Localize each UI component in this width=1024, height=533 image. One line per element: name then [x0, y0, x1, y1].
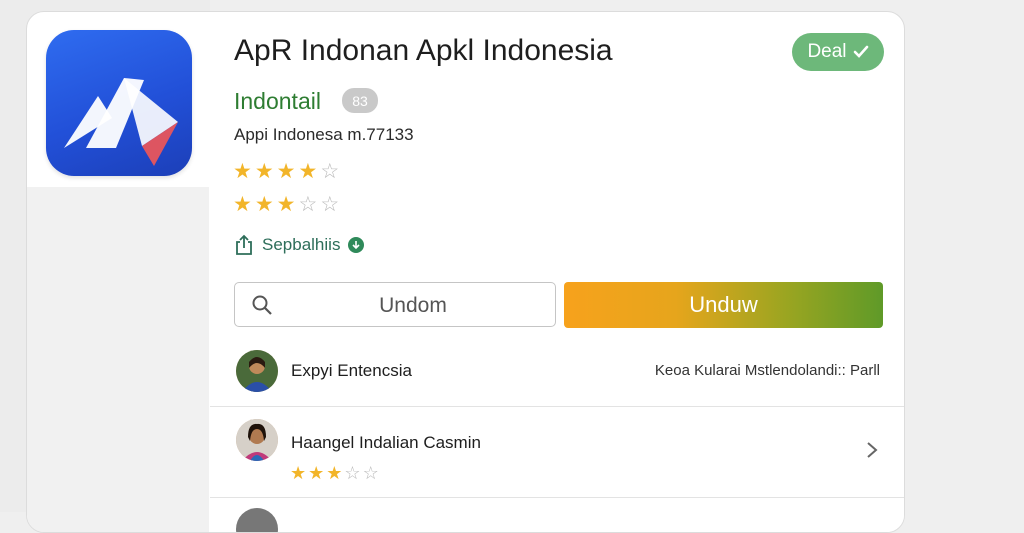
share-icon — [236, 234, 252, 255]
deal-badge-label: Deal — [807, 41, 847, 62]
avatar — [236, 419, 278, 461]
review-list: Expyi Entencsia Keoa Kularai Mstlendolan… — [210, 342, 904, 532]
rating-stars-secondary: ★ ★ ★ ☆ ☆ — [233, 194, 339, 215]
search-field[interactable] — [234, 282, 556, 327]
app-logo-icon[interactable] — [46, 30, 192, 176]
star-icon: ★ — [254, 160, 274, 183]
star-icon: ☆ — [362, 463, 379, 483]
app-title: ApR Indonan Apkl Indonesia — [234, 34, 613, 67]
download-button[interactable]: Unduw — [564, 282, 883, 328]
check-icon — [853, 45, 868, 58]
search-input[interactable] — [291, 290, 535, 322]
search-icon — [252, 295, 272, 315]
star-icon: ☆ — [298, 193, 318, 216]
developer-name[interactable]: Indontail — [234, 88, 321, 115]
list-item-rating: ★ ★ ★ ☆ ☆ — [290, 464, 379, 482]
app-detail-card: ApR Indonan Apkl Indonesia Deal Indontai… — [26, 11, 905, 533]
list-item-meta: Keoa Kularai Mstlendolandi:: Parll — [654, 362, 880, 379]
star-icon: ★ — [326, 463, 343, 483]
star-icon: ★ — [290, 463, 307, 483]
star-icon: ★ — [233, 193, 252, 216]
deal-badge[interactable]: Deal — [792, 33, 884, 71]
list-item-name: Haangel Indalian Casmin — [291, 433, 481, 452]
list-item[interactable]: Expyi Entencsia Keoa Kularai Mstlendolan… — [210, 342, 904, 407]
star-icon: ★ — [254, 193, 274, 216]
avatar — [236, 350, 278, 392]
star-icon: ★ — [276, 193, 296, 216]
list-item[interactable]: Haangel Indalian Casmin ★ ★ ★ ☆ ☆ — [210, 407, 904, 498]
list-item-name: Expyi Entencsia — [291, 361, 412, 380]
rating-stars-primary: ★ ★ ★ ★ ☆ — [233, 161, 339, 182]
star-icon: ☆ — [320, 160, 340, 183]
star-icon: ★ — [276, 160, 296, 183]
share-label: Sepbalhiis — [262, 235, 341, 254]
star-icon: ★ — [308, 463, 325, 483]
share-link[interactable]: Sepbalhiis — [234, 234, 365, 256]
star-icon: ☆ — [344, 463, 361, 483]
star-icon: ☆ — [320, 193, 340, 216]
app-subtitle: Appi Indonesa m.77133 — [234, 125, 414, 144]
download-button-label: Unduw — [689, 292, 758, 317]
verified-icon — [348, 237, 365, 253]
left-pane — [27, 187, 209, 532]
star-icon: ★ — [233, 160, 252, 183]
chevron-right-icon[interactable] — [866, 441, 878, 459]
list-item[interactable] — [210, 498, 904, 532]
star-icon: ★ — [298, 160, 318, 183]
developer-chip: 83 — [342, 88, 378, 113]
